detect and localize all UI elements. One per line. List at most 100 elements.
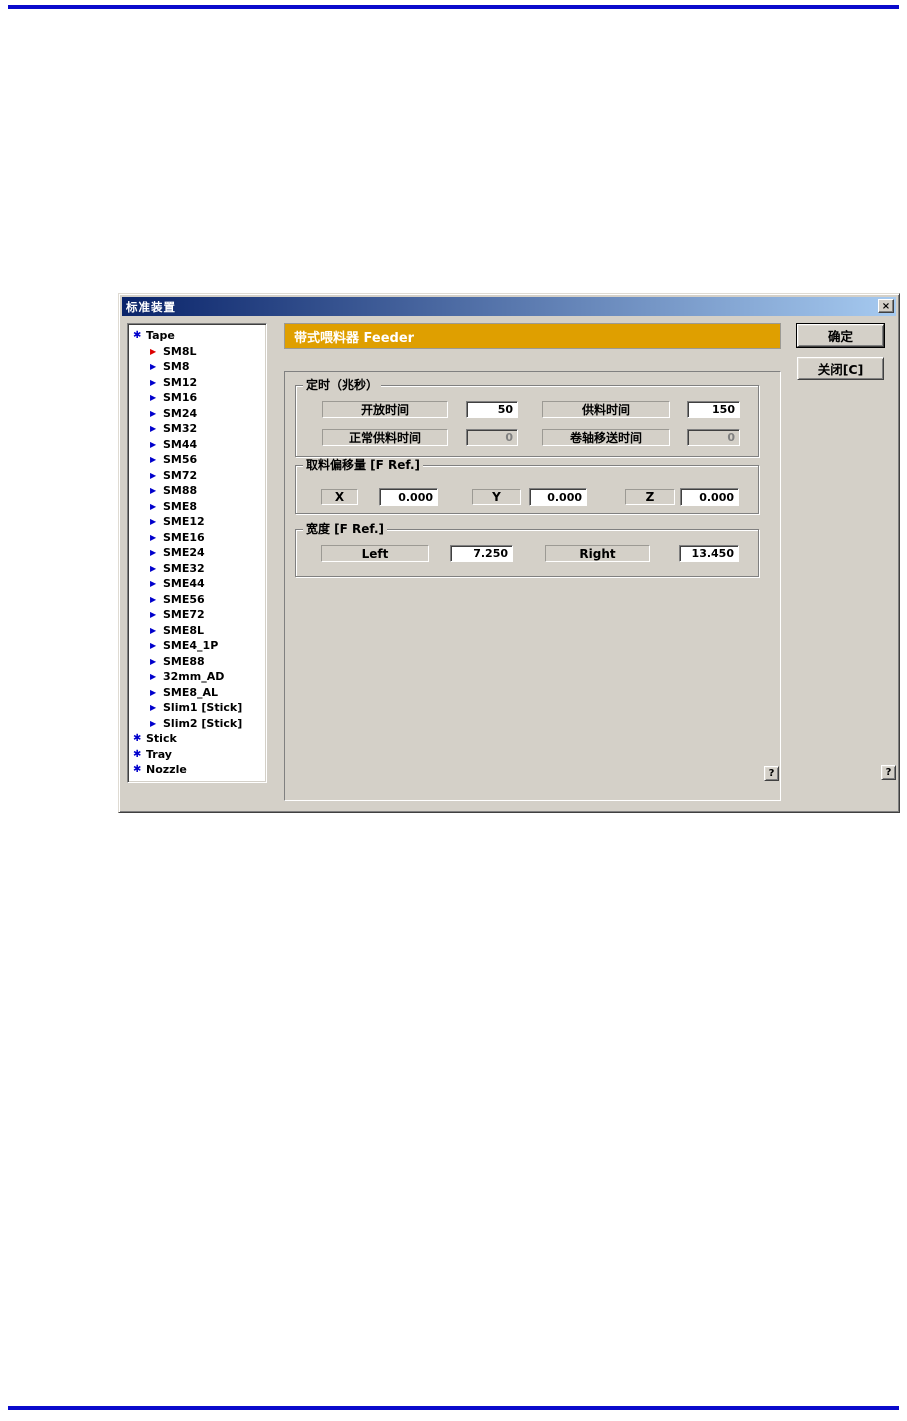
device-tree[interactable]: Tape SM8L SM8 SM12 SM16 SM24 xyxy=(127,323,267,783)
tree-node-icon xyxy=(150,641,163,650)
tree-item[interactable]: SM24 xyxy=(128,406,266,422)
normal-feed-time-field: 0 xyxy=(466,429,518,446)
left-width-label: Left xyxy=(321,545,429,562)
feeder-header: 带式喂料器 Feeder xyxy=(284,323,781,349)
tree-item-label: SME24 xyxy=(163,546,205,560)
feed-time-label: 供料时间 xyxy=(542,401,670,418)
right-width-label: Right xyxy=(545,545,650,562)
tree-item-label: SM16 xyxy=(163,391,198,405)
tree-item-label: SME56 xyxy=(163,592,205,606)
tree-item-label: SM56 xyxy=(163,453,198,467)
x-offset-field[interactable]: 0.000 xyxy=(379,488,438,506)
tree-item[interactable]: SME24 xyxy=(128,545,266,561)
tree-item-label: Nozzle xyxy=(146,763,187,777)
tree-item[interactable]: SME8_AL xyxy=(128,685,266,701)
tree-item[interactable]: SME8L xyxy=(128,623,266,639)
tree-item[interactable]: 32mm_AD xyxy=(128,669,266,685)
panel-help-button[interactable]: ? xyxy=(764,766,779,781)
tree-item[interactable]: SME16 xyxy=(128,530,266,546)
tree-item[interactable]: SME44 xyxy=(128,576,266,592)
tree-node-icon xyxy=(150,595,163,604)
tree-node-icon xyxy=(150,424,163,433)
tree-item[interactable]: SM56 xyxy=(128,452,266,468)
bottom-rule xyxy=(8,1406,899,1410)
tree-node-icon xyxy=(150,657,163,666)
tree-node-icon xyxy=(150,455,163,464)
tree-node-icon xyxy=(150,719,163,728)
tree-item[interactable]: SM44 xyxy=(128,437,266,453)
tree-item-label: Tray xyxy=(146,747,172,761)
main-panel: 定时（兆秒） 开放时间 50 供料时间 150 正常供料时间 0 卷轴移送时间 … xyxy=(284,371,781,801)
tree-item-label: SM12 xyxy=(163,375,198,389)
tree-item-label: SM32 xyxy=(163,422,198,436)
tree-item[interactable]: Tape xyxy=(128,328,266,344)
tree-node-icon xyxy=(150,517,163,526)
tree-item-label: SME4_1P xyxy=(163,639,219,653)
tree-node-icon xyxy=(150,672,163,681)
tree-item-label: SME44 xyxy=(163,577,205,591)
tree-item-label: SM72 xyxy=(163,468,198,482)
right-width-field[interactable]: 13.450 xyxy=(679,545,739,562)
dialog-help-button[interactable]: ? xyxy=(881,765,896,780)
tree-node-icon xyxy=(133,749,146,760)
tree-node-icon xyxy=(150,533,163,542)
tree-item-label: Tape xyxy=(146,329,175,343)
tree-node-icon xyxy=(150,378,163,387)
tree-item[interactable]: SME56 xyxy=(128,592,266,608)
dialog-title: 标准装置 xyxy=(126,299,176,314)
tree-item-label: SME12 xyxy=(163,515,205,529)
tree-item-label: SME8_AL xyxy=(163,685,219,699)
close-button[interactable]: 关闭[C] xyxy=(797,357,884,380)
tree-node-icon xyxy=(150,703,163,712)
tree-item[interactable]: Tray xyxy=(128,747,266,763)
tree-item[interactable]: SM12 xyxy=(128,375,266,391)
tree-item[interactable]: SME32 xyxy=(128,561,266,577)
tree-node-icon xyxy=(150,409,163,418)
z-offset-field[interactable]: 0.000 xyxy=(680,488,739,506)
tree-item[interactable]: SM32 xyxy=(128,421,266,437)
tree-item[interactable]: SM16 xyxy=(128,390,266,406)
feed-time-field[interactable]: 150 xyxy=(687,401,740,418)
tree-item[interactable]: SM72 xyxy=(128,468,266,484)
tree-item-label: SME8L xyxy=(163,623,205,637)
tree-item[interactable]: Slim2 [Stick] xyxy=(128,716,266,732)
tree-item[interactable]: SM8 xyxy=(128,359,266,375)
close-icon[interactable]: × xyxy=(878,299,894,313)
tree-item[interactable]: SME88 xyxy=(128,654,266,670)
tree-item-label: Slim2 [Stick] xyxy=(163,716,243,730)
tree-node-icon xyxy=(150,579,163,588)
tree-item[interactable]: SME12 xyxy=(128,514,266,530)
tree-item[interactable]: SME4_1P xyxy=(128,638,266,654)
tree-item[interactable]: SM8L xyxy=(128,344,266,360)
tree-item-label: Slim1 [Stick] xyxy=(163,701,243,715)
tree-item-label: SME8 xyxy=(163,499,198,513)
tree-item-label: SME32 xyxy=(163,561,205,575)
tree-item-label: SME72 xyxy=(163,608,205,622)
timing-group-title: 定时（兆秒） xyxy=(303,378,382,392)
tree-node-icon xyxy=(150,471,163,480)
tree-item[interactable]: SME8 xyxy=(128,499,266,515)
feeder-header-title: 带式喂料器 Feeder xyxy=(294,330,415,346)
top-rule xyxy=(8,5,899,9)
tree-item-label: SME16 xyxy=(163,530,205,544)
tree-item-label: SM88 xyxy=(163,484,198,498)
tree-node-icon xyxy=(133,330,146,341)
tree-item-label: Stick xyxy=(146,732,177,746)
tree-item[interactable]: Stick xyxy=(128,731,266,747)
open-time-field[interactable]: 50 xyxy=(466,401,518,418)
tree-item[interactable]: Nozzle xyxy=(128,762,266,778)
tree-node-icon xyxy=(150,440,163,449)
tree-item-label: SME88 xyxy=(163,654,205,668)
y-offset-field[interactable]: 0.000 xyxy=(529,488,587,506)
left-width-field[interactable]: 7.250 xyxy=(450,545,513,562)
open-time-label: 开放时间 xyxy=(322,401,448,418)
tree-item[interactable]: SME72 xyxy=(128,607,266,623)
width-group-title: 宽度 [F Ref.] xyxy=(303,522,388,536)
ok-button[interactable]: 确定 xyxy=(797,324,884,347)
tree-item-label: SM44 xyxy=(163,437,198,451)
reel-transfer-time-field: 0 xyxy=(687,429,740,446)
y-label: Y xyxy=(472,489,521,505)
tree-item[interactable]: Slim1 [Stick] xyxy=(128,700,266,716)
tree-item[interactable]: SM88 xyxy=(128,483,266,499)
dialog-titlebar[interactable]: 标准装置 × xyxy=(122,297,896,316)
